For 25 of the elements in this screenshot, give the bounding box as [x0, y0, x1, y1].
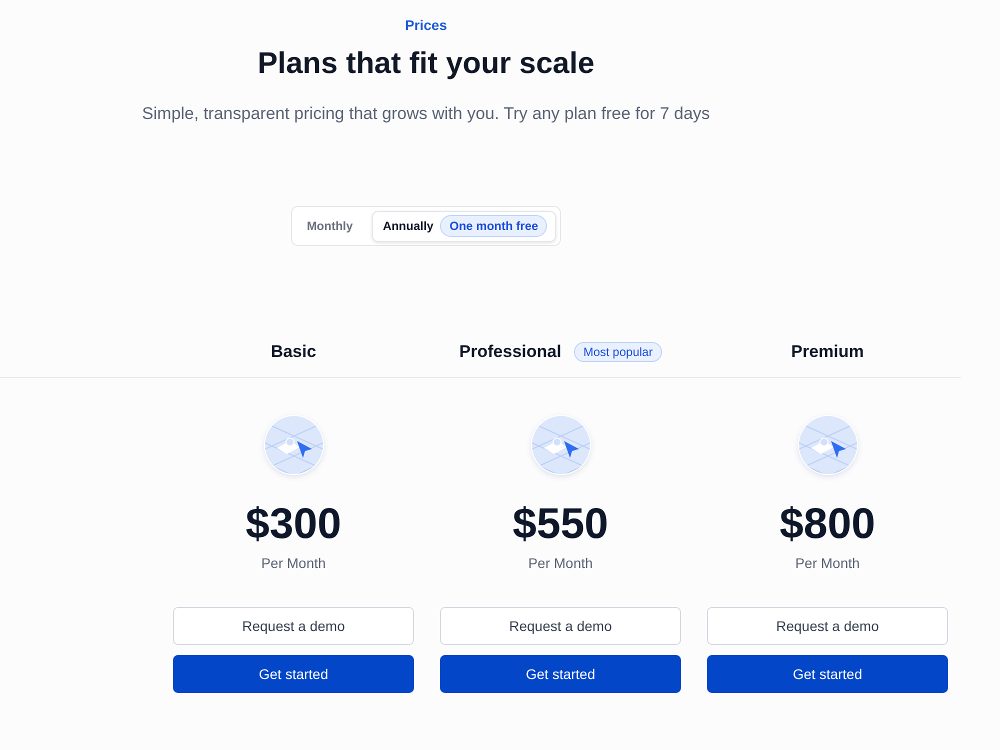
eyebrow-label: Prices — [404, 16, 448, 34]
request-demo-button[interactable]: Request a demo — [173, 607, 414, 645]
plan-price: $550 — [512, 500, 608, 548]
discount-badge: One month free — [440, 215, 548, 237]
map-cursor-icon — [796, 414, 858, 476]
billing-option[interactable]: Annually One month free — [372, 210, 556, 242]
request-demo-button[interactable]: Request a demo — [707, 607, 948, 645]
popular-badge: Most popular — [574, 342, 662, 362]
plan-name: Basic — [270, 342, 316, 362]
map-cursor-icon — [262, 414, 324, 476]
plan-name: Premium — [791, 342, 864, 362]
get-started-button[interactable]: Get started — [440, 655, 681, 693]
plan-name: Professional — [459, 342, 562, 362]
get-started-button[interactable]: Get started — [173, 655, 414, 693]
page-subtitle: Simple, transparent pricing that grows with you. Try any plan free for 7 days — [142, 103, 710, 125]
price-period: Per Month — [795, 554, 860, 573]
map-cursor-icon — [530, 414, 592, 476]
get-started-button[interactable]: Get started — [707, 655, 948, 693]
price-period: Per Month — [528, 554, 593, 573]
billing-option[interactable]: Monthly — [296, 210, 364, 242]
page-title: Plans that fit your scale — [258, 46, 594, 82]
plan-price: $800 — [780, 500, 876, 548]
price-period: Per Month — [261, 554, 326, 573]
request-demo-button[interactable]: Request a demo — [440, 607, 681, 645]
plan-price: $300 — [246, 500, 342, 548]
